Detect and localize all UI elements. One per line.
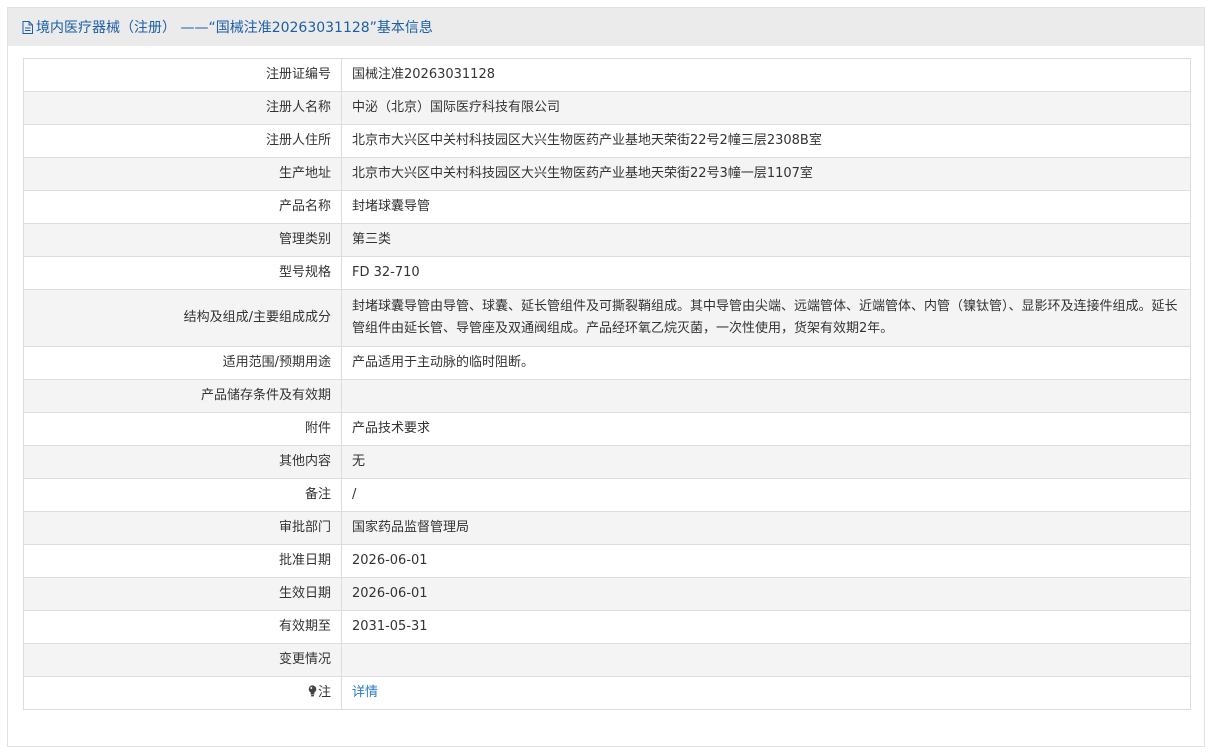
table-row: 备注 /: [23, 478, 1191, 512]
field-label: 注册人住所: [23, 124, 342, 158]
field-value: [341, 643, 1191, 677]
field-value: 2031-05-31: [341, 610, 1191, 644]
lightbulb-icon: [308, 685, 317, 697]
field-value: FD 32-710: [341, 256, 1191, 290]
field-label: 有效期至: [23, 610, 342, 644]
note-row: 注 详情: [23, 676, 1191, 710]
panel-header: 境内医疗器械（注册） ——“国械注准20263031128”基本信息: [8, 8, 1204, 46]
table-row: 注册人住所 北京市大兴区中关村科技园区大兴生物医药产业基地天荣街22号2幢三层2…: [23, 124, 1191, 158]
field-label: 变更情况: [23, 643, 342, 677]
field-value: /: [341, 478, 1191, 512]
note-label-cell: 注: [23, 676, 342, 710]
table-row: 产品储存条件及有效期: [23, 379, 1191, 413]
field-value: 2026-06-01: [341, 544, 1191, 578]
field-value: [341, 379, 1191, 413]
field-label: 其他内容: [23, 445, 342, 479]
field-label: 注册人名称: [23, 91, 342, 125]
table-row: 型号规格 FD 32-710: [23, 256, 1191, 290]
field-label: 生产地址: [23, 157, 342, 191]
field-value: 国械注准20263031128: [341, 58, 1191, 92]
table-row: 结构及组成/主要组成成分 封堵球囊导管由导管、球囊、延长管组件及可撕裂鞘组成。其…: [23, 289, 1191, 347]
detail-panel: 境内医疗器械（注册） ——“国械注准20263031128”基本信息 注册证编号…: [7, 7, 1205, 747]
info-table: 注册证编号 国械注准20263031128 注册人名称 中泌（北京）国际医疗科技…: [23, 58, 1191, 710]
table-row: 注册证编号 国械注准20263031128: [23, 58, 1191, 92]
field-label: 生效日期: [23, 577, 342, 611]
field-value: 产品技术要求: [341, 412, 1191, 446]
field-value: 北京市大兴区中关村科技园区大兴生物医药产业基地天荣街22号3幢一层1107室: [341, 157, 1191, 191]
field-label: 管理类别: [23, 223, 342, 257]
field-label: 型号规格: [23, 256, 342, 290]
field-label: 产品储存条件及有效期: [23, 379, 342, 413]
table-row: 生效日期 2026-06-01: [23, 577, 1191, 611]
field-label: 批准日期: [23, 544, 342, 578]
field-label: 备注: [23, 478, 342, 512]
details-link[interactable]: 详情: [352, 685, 378, 700]
table-row: 批准日期 2026-06-01: [23, 544, 1191, 578]
table-row: 适用范围/预期用途 产品适用于主动脉的临时阻断。: [23, 346, 1191, 380]
table-row: 生产地址 北京市大兴区中关村科技园区大兴生物医药产业基地天荣街22号3幢一层11…: [23, 157, 1191, 191]
table-row: 附件 产品技术要求: [23, 412, 1191, 446]
field-label: 注册证编号: [23, 58, 342, 92]
table-row: 产品名称 封堵球囊导管: [23, 190, 1191, 224]
table-row: 管理类别 第三类: [23, 223, 1191, 257]
field-label: 结构及组成/主要组成成分: [23, 289, 342, 347]
table-row: 变更情况: [23, 643, 1191, 677]
field-label: 附件: [23, 412, 342, 446]
field-value: 北京市大兴区中关村科技园区大兴生物医药产业基地天荣街22号2幢三层2308B室: [341, 124, 1191, 158]
note-value-cell: 详情: [341, 676, 1191, 710]
panel-title: 境内医疗器械（注册） ——“国械注准20263031128”基本信息: [36, 20, 433, 36]
field-value: 无: [341, 445, 1191, 479]
field-label: 产品名称: [23, 190, 342, 224]
table-row: 有效期至 2031-05-31: [23, 610, 1191, 644]
field-value: 第三类: [341, 223, 1191, 257]
field-label: 适用范围/预期用途: [23, 346, 342, 380]
document-icon: [22, 20, 33, 34]
field-value: 中泌（北京）国际医疗科技有限公司: [341, 91, 1191, 125]
field-value: 产品适用于主动脉的临时阻断。: [341, 346, 1191, 380]
table-row: 注册人名称 中泌（北京）国际医疗科技有限公司: [23, 91, 1191, 125]
field-value: 2026-06-01: [341, 577, 1191, 611]
field-value: 国家药品监督管理局: [341, 511, 1191, 545]
note-label: 注: [317, 685, 331, 700]
field-value: 封堵球囊导管由导管、球囊、延长管组件及可撕裂鞘组成。其中导管由尖端、远端管体、近…: [341, 289, 1191, 347]
field-label: 审批部门: [23, 511, 342, 545]
table-row: 其他内容 无: [23, 445, 1191, 479]
field-value: 封堵球囊导管: [341, 190, 1191, 224]
table-row: 审批部门 国家药品监督管理局: [23, 511, 1191, 545]
